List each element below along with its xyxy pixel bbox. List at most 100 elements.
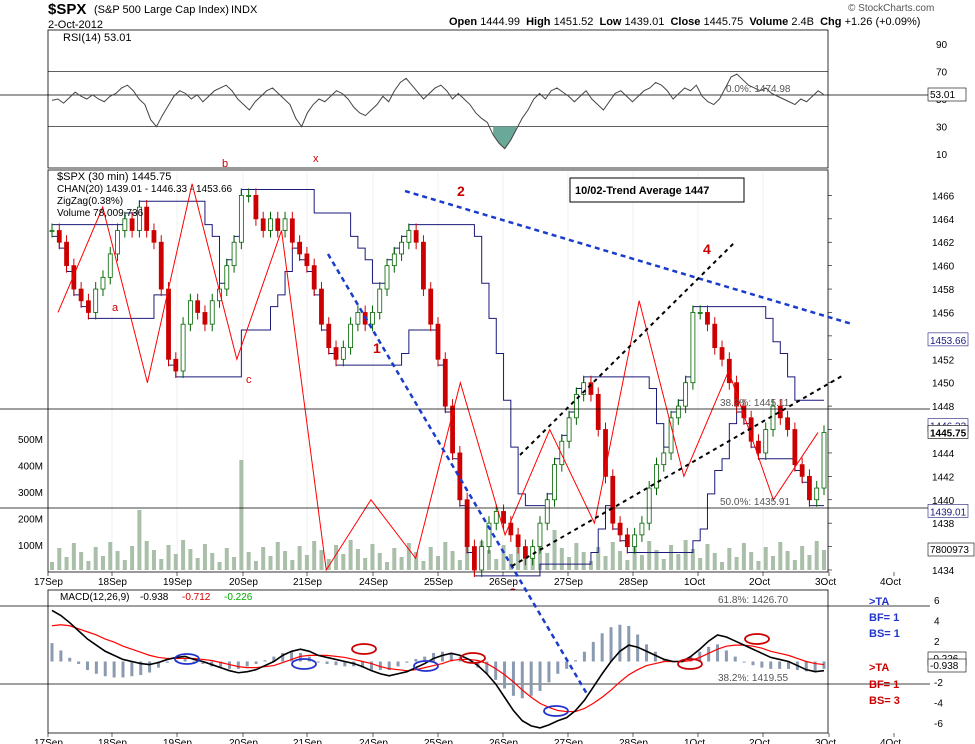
macd-legend-1: -0.938 <box>140 592 169 603</box>
candle-body <box>64 241 69 267</box>
volume-bar <box>421 561 426 570</box>
candle-body <box>428 288 434 325</box>
candle-body <box>224 265 230 290</box>
candle-body <box>639 522 645 536</box>
volume-tick-label: 400M <box>18 462 43 473</box>
macd-histogram-bar <box>245 661 249 667</box>
macd-right-label: -0.938 <box>930 661 959 672</box>
macd-histogram-bar <box>77 661 81 664</box>
price-x-axis-label: 21Sep <box>293 577 322 588</box>
macd-histogram-bar <box>822 661 826 669</box>
candle-body <box>319 288 324 325</box>
macd-x-axis-label: 24Sep <box>359 738 388 744</box>
candle-body <box>326 323 332 348</box>
candle-body <box>610 475 616 524</box>
macd-histogram-bar <box>556 661 560 674</box>
volume-bar <box>79 552 84 570</box>
macd-x-axis-label: 25Sep <box>424 738 453 744</box>
candle-body <box>544 499 550 524</box>
price-x-axis-label: 20Sep <box>229 577 258 588</box>
volume-bar <box>224 548 229 570</box>
candle-body <box>246 195 252 197</box>
macd-histogram-bar <box>414 659 418 662</box>
candle-body <box>457 452 463 501</box>
volume-bar <box>93 547 98 570</box>
stockcharts-chart: $SPX (S&P 500 Large Cap Index) INDX 2-Oc… <box>0 0 975 744</box>
rsi-tick-label: 90 <box>936 40 948 51</box>
macd-x-axis-label: 20Sep <box>229 738 258 744</box>
candle-body <box>144 206 150 231</box>
macd-histogram-bar <box>494 661 498 680</box>
price-y-label: 1462 <box>932 238 955 249</box>
price-x-axis-label: 2Oct <box>749 577 770 588</box>
volume-last-value: 7800973 <box>930 545 969 556</box>
rsi-tick-label: 70 <box>936 67 948 78</box>
candle-body <box>770 405 776 430</box>
candle-body <box>384 265 390 290</box>
macd-histogram-bar <box>574 660 578 662</box>
candle-body <box>56 230 62 243</box>
wave-label: a <box>112 302 119 314</box>
volume-bar <box>654 550 659 570</box>
macd-x-axis-label: 17Sep <box>34 738 63 744</box>
candle-body <box>552 464 557 501</box>
price-y-label: 1434 <box>932 566 955 577</box>
price-x-axis-label: 24Sep <box>359 577 388 588</box>
macd-histogram-bar <box>529 661 533 696</box>
price-y-label: 1460 <box>932 262 955 273</box>
candle-body <box>595 394 601 430</box>
candle-body <box>78 288 84 302</box>
volume-bar <box>348 540 353 570</box>
price-x-axis-label: 28Sep <box>619 577 648 588</box>
macd-histogram-bar <box>405 661 409 663</box>
macd-histogram-bar <box>59 650 63 662</box>
volume-bar <box>377 553 382 570</box>
candle-body <box>617 522 623 536</box>
volume-tick-label: 500M <box>18 435 43 446</box>
macd-tick-label: -6 <box>934 719 943 730</box>
candle-body <box>166 288 171 360</box>
candle-body <box>297 241 303 255</box>
macd-histogram-bar <box>760 661 764 668</box>
candle-body <box>100 276 106 290</box>
candle-body <box>209 300 215 325</box>
candle-body <box>697 312 703 314</box>
volume-bar <box>814 541 819 570</box>
candle-body <box>260 218 266 231</box>
macd-histogram-bar <box>742 661 746 663</box>
macd-x-axis-label: 18Sep <box>98 738 127 744</box>
macd-histogram-bar <box>627 625 631 662</box>
volume-bar <box>100 556 105 570</box>
volume-bar <box>181 540 186 570</box>
candle-body <box>275 218 281 231</box>
macd-note: BS= 1 <box>869 628 900 640</box>
volume-bar <box>363 558 368 570</box>
macd-histogram-bar <box>716 644 720 662</box>
candle-body <box>566 417 572 442</box>
volume-bar <box>137 510 142 570</box>
candle-body <box>333 347 339 360</box>
candle-body <box>624 534 630 547</box>
volume-bar <box>261 547 266 570</box>
macd-histogram-bar <box>103 661 107 677</box>
price-x-axis-label: 17Sep <box>34 577 63 588</box>
volume-bar <box>253 561 258 570</box>
volume-bar <box>792 560 797 570</box>
volume-bar <box>312 541 317 570</box>
trend-average-label: 10/02-Trend Average 1447 <box>575 185 709 197</box>
candle-body <box>537 522 543 547</box>
macd-histogram-bar <box>165 661 169 663</box>
volume-bar <box>574 543 579 570</box>
volume-bar <box>246 552 251 570</box>
price-legend-0: $SPX (30 min) 1445.75 <box>57 171 171 183</box>
price-x-axis-label: 4Oct <box>880 577 901 588</box>
price-y-label: 1438 <box>932 519 955 530</box>
volume-bar <box>115 551 120 570</box>
price-x-axis-label: 18Sep <box>98 577 127 588</box>
volume-bar <box>676 554 681 570</box>
volume-bar <box>494 559 499 570</box>
macd-x-axis-label: 26Sep <box>489 738 518 744</box>
candle-body <box>304 253 310 267</box>
volume-bar <box>341 554 346 570</box>
macd-histogram-bar <box>68 657 72 662</box>
